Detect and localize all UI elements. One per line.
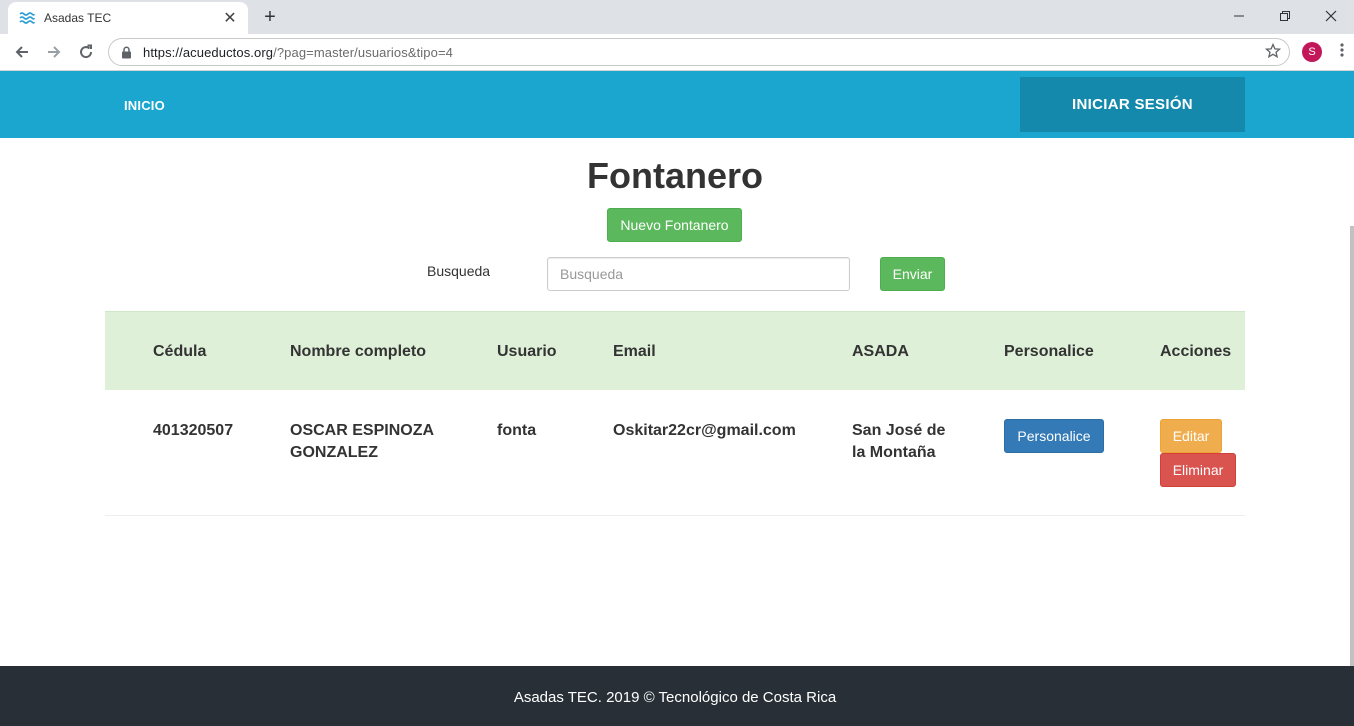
personalice-button[interactable]: Personalice [1004,419,1104,453]
delete-button[interactable]: Eliminar [1160,453,1236,487]
footer-text: Asadas TEC. 2019 © Tecnológico de Costa … [513,689,837,706]
address-bar[interactable]: https://acueductos.org/?pag=master/usuar… [108,38,1290,66]
table-header-row: Cédula Nombre completo Usuario Email ASA… [105,311,1245,390]
minimize-icon[interactable] [1216,0,1262,32]
table-row: 401320507 OSCAR ESPINOZA GONZALEZ fonta … [105,390,1245,516]
waves-icon [18,9,36,27]
column-header-asada: ASADA [852,343,909,360]
cell-asada-line2: la Montaña [852,444,936,461]
url-host: https://acueductos.org [143,44,274,60]
new-fontanero-button[interactable]: Nuevo Fontanero [607,208,742,242]
page-title: Fontanero [587,155,763,196]
column-header-personalice: Personalice [1004,343,1094,360]
reload-icon[interactable] [72,38,100,66]
login-button[interactable]: INICIAR SESIÓN [1020,77,1245,132]
site-navbar: INICIO INICIAR SESIÓN [0,71,1354,138]
page-scrollbar[interactable] [1350,226,1354,666]
search-label: Busqueda [427,263,491,279]
cell-usuario: fonta [497,422,537,439]
kebab-menu-icon[interactable] [1334,42,1350,62]
arrow-right-icon[interactable] [40,38,68,66]
send-button[interactable]: Enviar [880,257,945,291]
url-path: /?pag=master/usuarios&tipo=4 [273,44,453,60]
window-controls [1216,0,1354,34]
cell-email: Oskitar22cr@gmail.com [613,422,796,439]
column-header-email: Email [613,343,656,360]
column-header-usuario: Usuario [497,343,557,360]
close-window-icon[interactable] [1308,0,1354,32]
star-icon[interactable] [1264,42,1282,64]
restore-icon[interactable] [1262,0,1308,32]
lock-icon [121,45,135,59]
browser-tab-strip: Asadas TEC ✕ + [0,0,1354,34]
tab-title: Asadas TEC [44,11,112,25]
browser-toolbar: https://acueductos.org/?pag=master/usuar… [0,34,1354,71]
cell-nombre-line2: GONZALEZ [290,444,378,461]
cell-asada-line1: San José de [852,422,946,439]
new-tab-button[interactable]: + [258,4,282,30]
search-input[interactable] [547,257,850,291]
edit-button[interactable]: Editar [1160,419,1222,453]
site-footer: Asadas TEC. 2019 © Tecnológico de Costa … [0,666,1354,726]
arrow-left-icon[interactable] [8,38,36,66]
close-icon[interactable]: ✕ [222,8,238,28]
cell-cedula: 401320507 [153,422,234,439]
cell-nombre-line1: OSCAR ESPINOZA [290,422,435,439]
column-header-acciones: Acciones [1160,343,1232,360]
cell-asada: San José de la Montaña [852,420,945,464]
column-header-nombre: Nombre completo [290,343,427,360]
url-text: https://acueductos.org/?pag=master/usuar… [143,45,453,60]
column-header-cedula: Cédula [153,343,207,360]
cell-nombre: OSCAR ESPINOZA GONZALEZ [290,420,434,464]
browser-tab[interactable]: Asadas TEC ✕ [8,2,248,34]
nav-link-inicio[interactable]: INICIO [124,98,165,113]
profile-avatar[interactable]: S [1302,42,1322,62]
